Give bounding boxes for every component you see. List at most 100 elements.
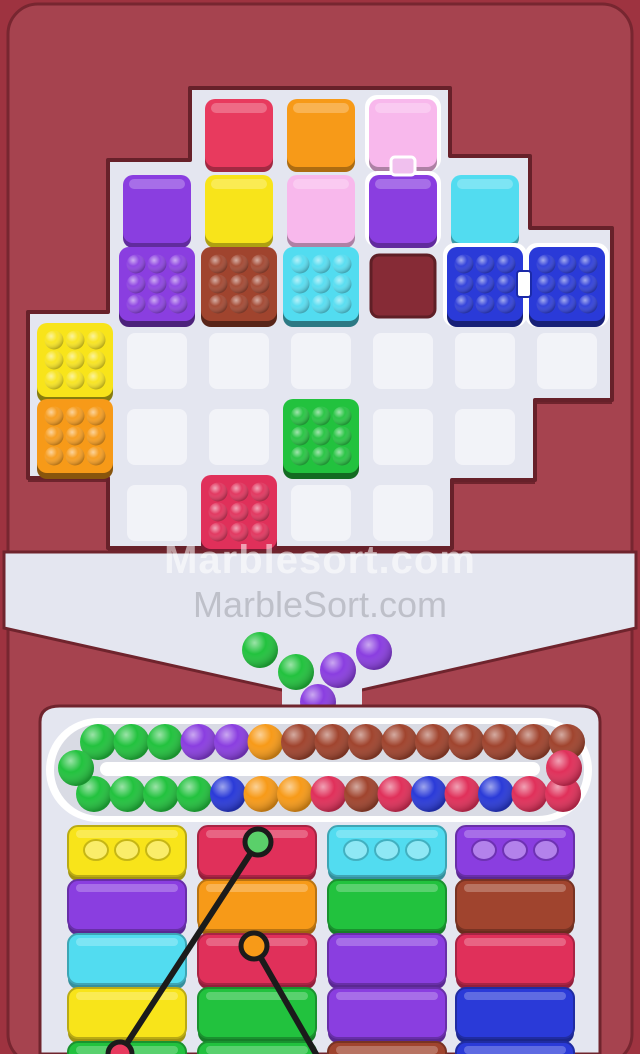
box-marble: [65, 370, 85, 390]
box-marble: [454, 254, 474, 274]
tile-purple[interactable]: [365, 171, 441, 248]
box-marble: [126, 254, 146, 274]
tray-column-4[interactable]: [455, 825, 575, 1054]
conveyor-marble-orange: [243, 776, 280, 812]
conveyor-marble-orange: [247, 724, 284, 760]
conveyor-marble-brown: [415, 724, 451, 760]
box-marble: [208, 294, 228, 314]
conveyor-marble-purple: [180, 724, 217, 760]
box-marble: [208, 254, 228, 274]
box-marble: [332, 294, 352, 314]
tray-brown: [327, 1041, 447, 1054]
box-marble: [208, 482, 228, 502]
marble-box-orange[interactable]: [37, 399, 113, 479]
marble-box-green[interactable]: [283, 399, 359, 479]
box-marble: [147, 294, 167, 314]
box-marble: [86, 426, 106, 446]
marble-box-blue[interactable]: [525, 243, 609, 327]
tile-orange[interactable]: [287, 99, 355, 172]
box-marble: [536, 274, 556, 294]
conveyor-marble-orange: [277, 776, 313, 812]
box-marble: [454, 294, 474, 314]
box-marble: [229, 294, 249, 314]
box-marble: [126, 294, 146, 314]
tile-yellow[interactable]: [205, 175, 273, 248]
box-marble: [86, 406, 106, 426]
game-screen: Marblesort.com MarbleSort.com: [0, 0, 640, 1054]
marble-box-purple[interactable]: [119, 247, 195, 327]
falling-marble-green: [278, 654, 314, 690]
box-marble: [147, 274, 167, 294]
marble-box-cyan[interactable]: [283, 247, 359, 327]
box-marble: [86, 350, 106, 370]
marble-box-brown[interactable]: [201, 247, 277, 327]
empty-slot: [373, 333, 433, 389]
box-marble: [250, 294, 270, 314]
box-marble: [290, 254, 310, 274]
box-marble: [290, 426, 310, 446]
conveyor-marble-brown: [348, 724, 384, 760]
tray-column-1[interactable]: [67, 825, 187, 1054]
tile-purple[interactable]: [123, 175, 191, 248]
marble-box-crimson[interactable]: [201, 475, 277, 555]
conveyor-marble-blue: [478, 776, 514, 812]
box-marble: [496, 254, 516, 274]
box-marble: [65, 446, 85, 466]
box-marble: [86, 370, 106, 390]
marble-box-blue[interactable]: [443, 243, 527, 327]
tile-cyan[interactable]: [451, 175, 519, 248]
box-marble: [229, 482, 249, 502]
empty-slot: [127, 333, 187, 389]
tray-slot: [405, 839, 431, 861]
conveyor-marble-purple: [214, 724, 250, 760]
box-marble: [290, 294, 310, 314]
box-marble: [578, 254, 598, 274]
conveyor-marble-green: [109, 776, 146, 812]
box-marble: [250, 274, 270, 294]
tray-green: [197, 1041, 317, 1054]
box-marble: [208, 522, 228, 542]
falling-marble-green: [242, 632, 278, 668]
tray-green: [327, 879, 447, 935]
box-marble: [229, 502, 249, 522]
falling-marble-purple: [320, 652, 356, 688]
conveyor-marble-brown: [515, 724, 552, 760]
box-marble: [475, 274, 495, 294]
box-marble: [44, 446, 64, 466]
box-marble: [86, 330, 106, 350]
box-marble: [536, 294, 556, 314]
tray-slot: [374, 839, 400, 861]
empty-slot: [455, 333, 515, 389]
box-marble: [250, 482, 270, 502]
conveyor-marble-green: [176, 776, 213, 812]
empty-slot: [373, 409, 433, 465]
empty-slot: [291, 485, 351, 541]
empty-slot: [209, 333, 269, 389]
conveyor-marble-crimson: [310, 776, 347, 812]
tile-pink[interactable]: [287, 175, 355, 248]
box-marble: [311, 294, 331, 314]
board-hole: [369, 253, 437, 319]
box-marble: [332, 426, 352, 446]
tray-slot: [83, 839, 109, 861]
conveyor-marble-blue: [210, 776, 246, 812]
box-marble: [311, 446, 331, 466]
box-marble: [65, 330, 85, 350]
tray-purple: [67, 879, 187, 935]
conveyor-marble-crimson: [511, 776, 548, 812]
box-marble: [332, 446, 352, 466]
box-marble: [208, 274, 228, 294]
tray-yellow: [67, 825, 187, 881]
tile-red[interactable]: [205, 99, 273, 172]
tray-yellow: [67, 987, 187, 1043]
tray-column-3[interactable]: [327, 825, 447, 1054]
tile-link-clip: [389, 155, 417, 177]
empty-slot: [455, 409, 515, 465]
box-link-clip: [516, 270, 532, 298]
box-marble: [250, 522, 270, 542]
box-marble: [44, 350, 64, 370]
marble-box-yellow[interactable]: [37, 323, 113, 403]
box-marble: [168, 294, 188, 314]
conveyor-marble-green: [113, 724, 150, 760]
conveyor-marble-green: [143, 776, 179, 812]
